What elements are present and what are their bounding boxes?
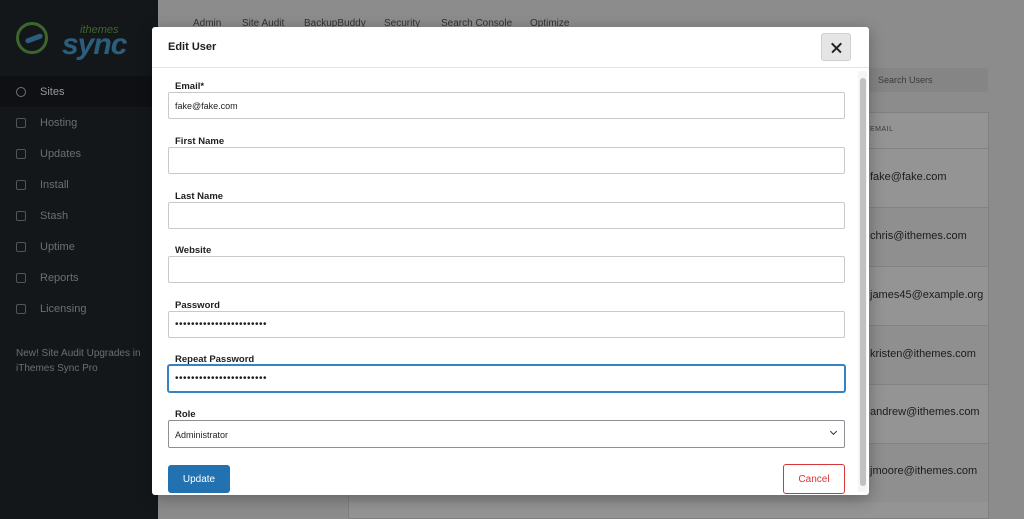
password-label: Password — [175, 300, 220, 311]
edit-user-form: Email* First Name Last Name Website Pass… — [152, 68, 869, 495]
repeat-password-label: Repeat Password — [175, 354, 255, 365]
repeat-password-field[interactable] — [168, 365, 845, 392]
close-icon[interactable] — [821, 33, 851, 61]
first-name-label: First Name — [175, 136, 225, 147]
role-label: Role — [175, 409, 196, 420]
cancel-button[interactable]: Cancel — [783, 464, 845, 494]
last-name-field[interactable] — [168, 202, 845, 229]
update-button[interactable]: Update — [168, 465, 230, 493]
email-field[interactable] — [168, 92, 845, 119]
last-name-label: Last Name — [175, 191, 224, 202]
modal-title: Edit User — [168, 41, 217, 53]
password-field[interactable] — [168, 311, 845, 338]
edit-user-modal: Edit User Email* First Name Last Name We… — [152, 27, 869, 495]
first-name-field[interactable] — [168, 147, 845, 174]
role-select-value: Administrator — [175, 430, 229, 440]
email-label: Email* — [175, 81, 205, 92]
modal-header: Edit User — [152, 27, 869, 68]
website-label: Website — [175, 245, 212, 256]
website-field[interactable] — [168, 256, 845, 283]
modal-scrollbar-thumb[interactable] — [860, 78, 866, 486]
role-select[interactable]: Administrator — [168, 420, 845, 448]
chevron-down-icon — [829, 427, 838, 436]
